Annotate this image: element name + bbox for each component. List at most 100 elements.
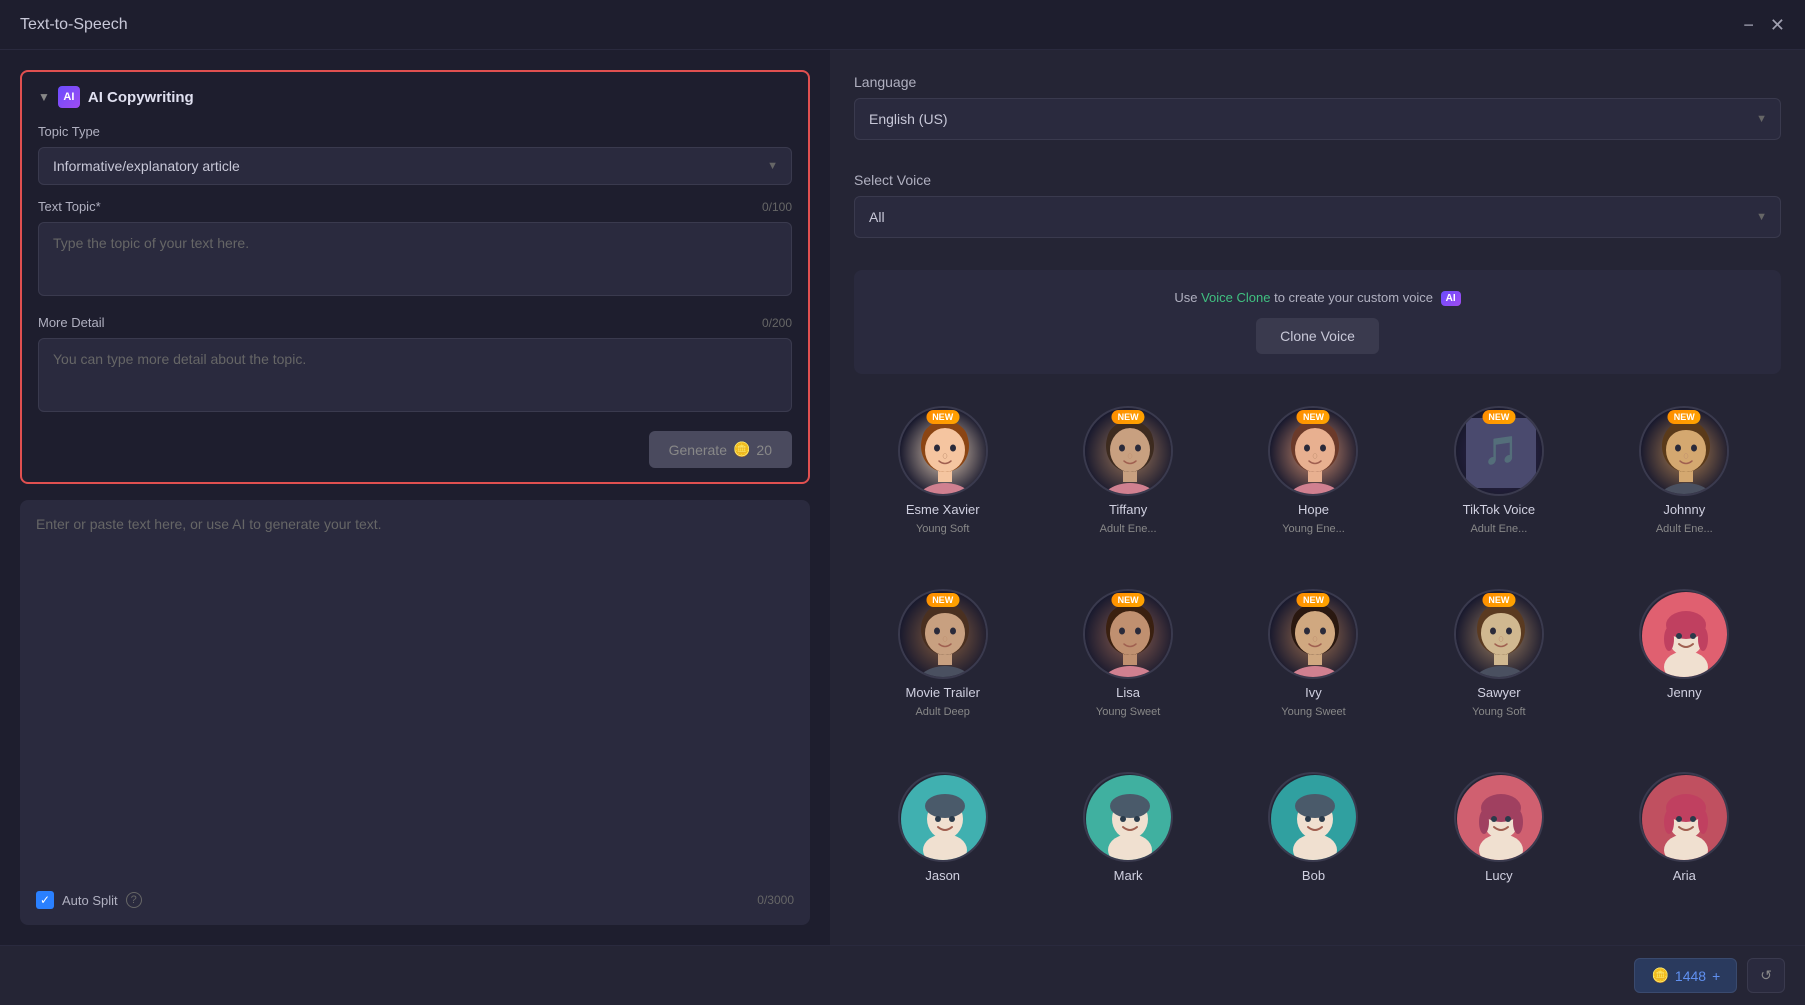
title-bar: Text-to-Speech − ✕ bbox=[0, 0, 1805, 50]
new-badge-sawyer: NEW bbox=[1482, 593, 1515, 607]
app-window: Text-to-Speech − ✕ ▼ AI AI Copywriting T… bbox=[0, 0, 1805, 1005]
voice-grid-container: NEW Esme Xavier Young Soft NEW Tiffany Adult … bbox=[854, 406, 1781, 921]
voice-name-hope: Hope bbox=[1298, 502, 1329, 517]
ai-icon-text: AI bbox=[63, 91, 74, 103]
language-select-wrapper: English (US) bbox=[854, 98, 1781, 140]
voice-grid: NEW Esme Xavier Young Soft NEW Tiffany Adult … bbox=[854, 406, 1781, 921]
voice-type-ivy: Young Sweet bbox=[1281, 706, 1345, 718]
voice-clone-pre-text: Use bbox=[1174, 290, 1197, 305]
refresh-button[interactable]: ↺ bbox=[1747, 958, 1785, 993]
svg-text:🎵: 🎵 bbox=[1483, 435, 1518, 466]
voice-card-jason[interactable]: Jason bbox=[854, 772, 1031, 921]
generate-button[interactable]: Generate 🪙 20 bbox=[649, 431, 792, 468]
editor-footer: ✓ Auto Split ? 0/3000 bbox=[36, 879, 794, 909]
voice-card-bob[interactable]: Bob bbox=[1225, 772, 1402, 921]
select-voice-label: Select Voice bbox=[854, 172, 1781, 188]
voice-type-johnny: Adult Ene... bbox=[1656, 523, 1713, 535]
voice-name-lisa: Lisa bbox=[1116, 685, 1140, 700]
voice-name-mark: Mark bbox=[1114, 868, 1143, 883]
clone-voice-button[interactable]: Clone Voice bbox=[1256, 318, 1379, 354]
add-coin-label: + bbox=[1712, 968, 1720, 984]
language-select[interactable]: English (US) bbox=[854, 98, 1781, 140]
title-bar-controls: − ✕ bbox=[1743, 16, 1785, 34]
editor-char-count: 0/3000 bbox=[757, 893, 794, 907]
voice-type-movie-trailer: Adult Deep bbox=[915, 706, 969, 718]
right-panel: Language English (US) Select Voice All bbox=[830, 50, 1805, 945]
more-detail-input[interactable] bbox=[38, 338, 792, 412]
voice-type-sawyer: Young Soft bbox=[1472, 706, 1525, 718]
voice-card-hope[interactable]: NEW Hope Young Ene... bbox=[1225, 406, 1402, 573]
voice-card-lucy[interactable]: Lucy bbox=[1410, 772, 1587, 921]
voice-clone-box: Use Voice Clone to create your custom vo… bbox=[854, 270, 1781, 374]
voice-type-esme-xavier: Young Soft bbox=[916, 523, 969, 535]
voice-card-johnny[interactable]: NEW Johnny Adult Ene... bbox=[1596, 406, 1773, 573]
ai-copywriting-title: AI Copywriting bbox=[88, 89, 194, 106]
generate-cost: 20 bbox=[756, 442, 772, 458]
coin-icon-bottom: 🪙 bbox=[1651, 967, 1668, 984]
minimize-button[interactable]: − bbox=[1743, 16, 1754, 34]
voice-type-tiffany: Adult Ene... bbox=[1100, 523, 1157, 535]
voice-clone-description: Use Voice Clone to create your custom vo… bbox=[874, 290, 1761, 306]
more-detail-label: More Detail bbox=[38, 315, 104, 330]
voice-avatar-aria bbox=[1639, 772, 1729, 862]
voice-card-lisa[interactable]: NEW Lisa Young Sweet bbox=[1039, 589, 1216, 756]
new-badge-johnny: NEW bbox=[1668, 410, 1701, 424]
language-label: Language bbox=[854, 74, 1781, 90]
coin-count: 1448 bbox=[1675, 968, 1706, 984]
topic-type-select[interactable]: Informative/explanatory article bbox=[38, 147, 792, 185]
new-badge-hope: NEW bbox=[1297, 410, 1330, 424]
voice-type-lisa: Young Sweet bbox=[1096, 706, 1160, 718]
text-topic-input[interactable] bbox=[38, 222, 792, 296]
voice-clone-suffix: to create your custom voice bbox=[1274, 290, 1433, 305]
toggle-icon[interactable]: ▼ bbox=[38, 90, 50, 104]
voice-name-bob: Bob bbox=[1302, 868, 1325, 883]
voice-name-ivy: Ivy bbox=[1305, 685, 1322, 700]
left-panel: ▼ AI AI Copywriting Topic Type Informati… bbox=[0, 50, 830, 945]
text-topic-label-row: Text Topic* 0/100 bbox=[38, 199, 792, 214]
help-icon[interactable]: ? bbox=[126, 892, 142, 908]
voice-name-aria: Aria bbox=[1673, 868, 1696, 883]
text-topic-group: Text Topic* 0/100 bbox=[38, 199, 792, 301]
new-badge-lisa: NEW bbox=[1112, 593, 1145, 607]
window-title: Text-to-Speech bbox=[20, 16, 128, 34]
voice-name-movie-trailer: Movie Trailer bbox=[905, 685, 979, 700]
auto-split-checkbox[interactable]: ✓ bbox=[36, 891, 54, 909]
text-topic-label: Text Topic* bbox=[38, 199, 101, 214]
auto-split-label: Auto Split bbox=[62, 893, 118, 908]
voice-card-sawyer[interactable]: NEW Sawyer Young Soft bbox=[1410, 589, 1587, 756]
generate-label: Generate bbox=[669, 442, 727, 458]
topic-type-group: Topic Type Informative/explanatory artic… bbox=[38, 124, 792, 185]
new-badge-esme-xavier: NEW bbox=[926, 410, 959, 424]
voice-card-ivy[interactable]: NEWIvyYoung Sweet bbox=[1225, 589, 1402, 756]
new-badge-tiktok-voice: NEW bbox=[1482, 410, 1515, 424]
topic-type-label: Topic Type bbox=[38, 124, 792, 139]
editor-placeholder: Enter or paste text here, or use AI to g… bbox=[36, 516, 794, 532]
ai-header: ▼ AI AI Copywriting bbox=[38, 86, 792, 108]
voice-card-aria[interactable]: Aria bbox=[1596, 772, 1773, 921]
voice-card-movie-trailer[interactable]: NEWMovie TrailerAdult Deep bbox=[854, 589, 1031, 756]
voice-card-tiktok-voice[interactable]: 🎵NEWTikTok VoiceAdult Ene... bbox=[1410, 406, 1587, 573]
voice-name-tiffany: Tiffany bbox=[1109, 502, 1147, 517]
topic-type-wrapper: Informative/explanatory article bbox=[38, 147, 792, 185]
voice-card-esme-xavier[interactable]: NEW Esme Xavier Young Soft bbox=[854, 406, 1031, 573]
voice-select[interactable]: All bbox=[854, 196, 1781, 238]
main-content: ▼ AI AI Copywriting Topic Type Informati… bbox=[0, 50, 1805, 945]
voice-type-tiktok-voice: Adult Ene... bbox=[1470, 523, 1527, 535]
voice-avatar-bob bbox=[1268, 772, 1358, 862]
coin-count-button[interactable]: 🪙 1448 + bbox=[1634, 958, 1737, 993]
voice-name-esme-xavier: Esme Xavier bbox=[906, 502, 980, 517]
voice-card-mark[interactable]: Mark bbox=[1039, 772, 1216, 921]
bottom-bar: 🪙 1448 + ↺ bbox=[0, 945, 1805, 1005]
voice-card-tiffany[interactable]: NEWTiffanyAdult Ene... bbox=[1039, 406, 1216, 573]
voice-type-hope: Young Ene... bbox=[1282, 523, 1345, 535]
voice-name-johnny: Johnny bbox=[1663, 502, 1705, 517]
ai-badge: AI bbox=[1441, 291, 1461, 306]
more-detail-label-row: More Detail 0/200 bbox=[38, 315, 792, 330]
select-voice-group: Select Voice All bbox=[854, 172, 1781, 254]
close-button[interactable]: ✕ bbox=[1770, 16, 1785, 34]
coin-icon: 🪙 bbox=[733, 441, 750, 458]
voice-select-wrapper: All bbox=[854, 196, 1781, 238]
voice-card-jenny[interactable]: Jenny bbox=[1596, 589, 1773, 756]
voice-clone-link[interactable]: Voice Clone bbox=[1201, 290, 1270, 305]
voice-name-sawyer: Sawyer bbox=[1477, 685, 1520, 700]
